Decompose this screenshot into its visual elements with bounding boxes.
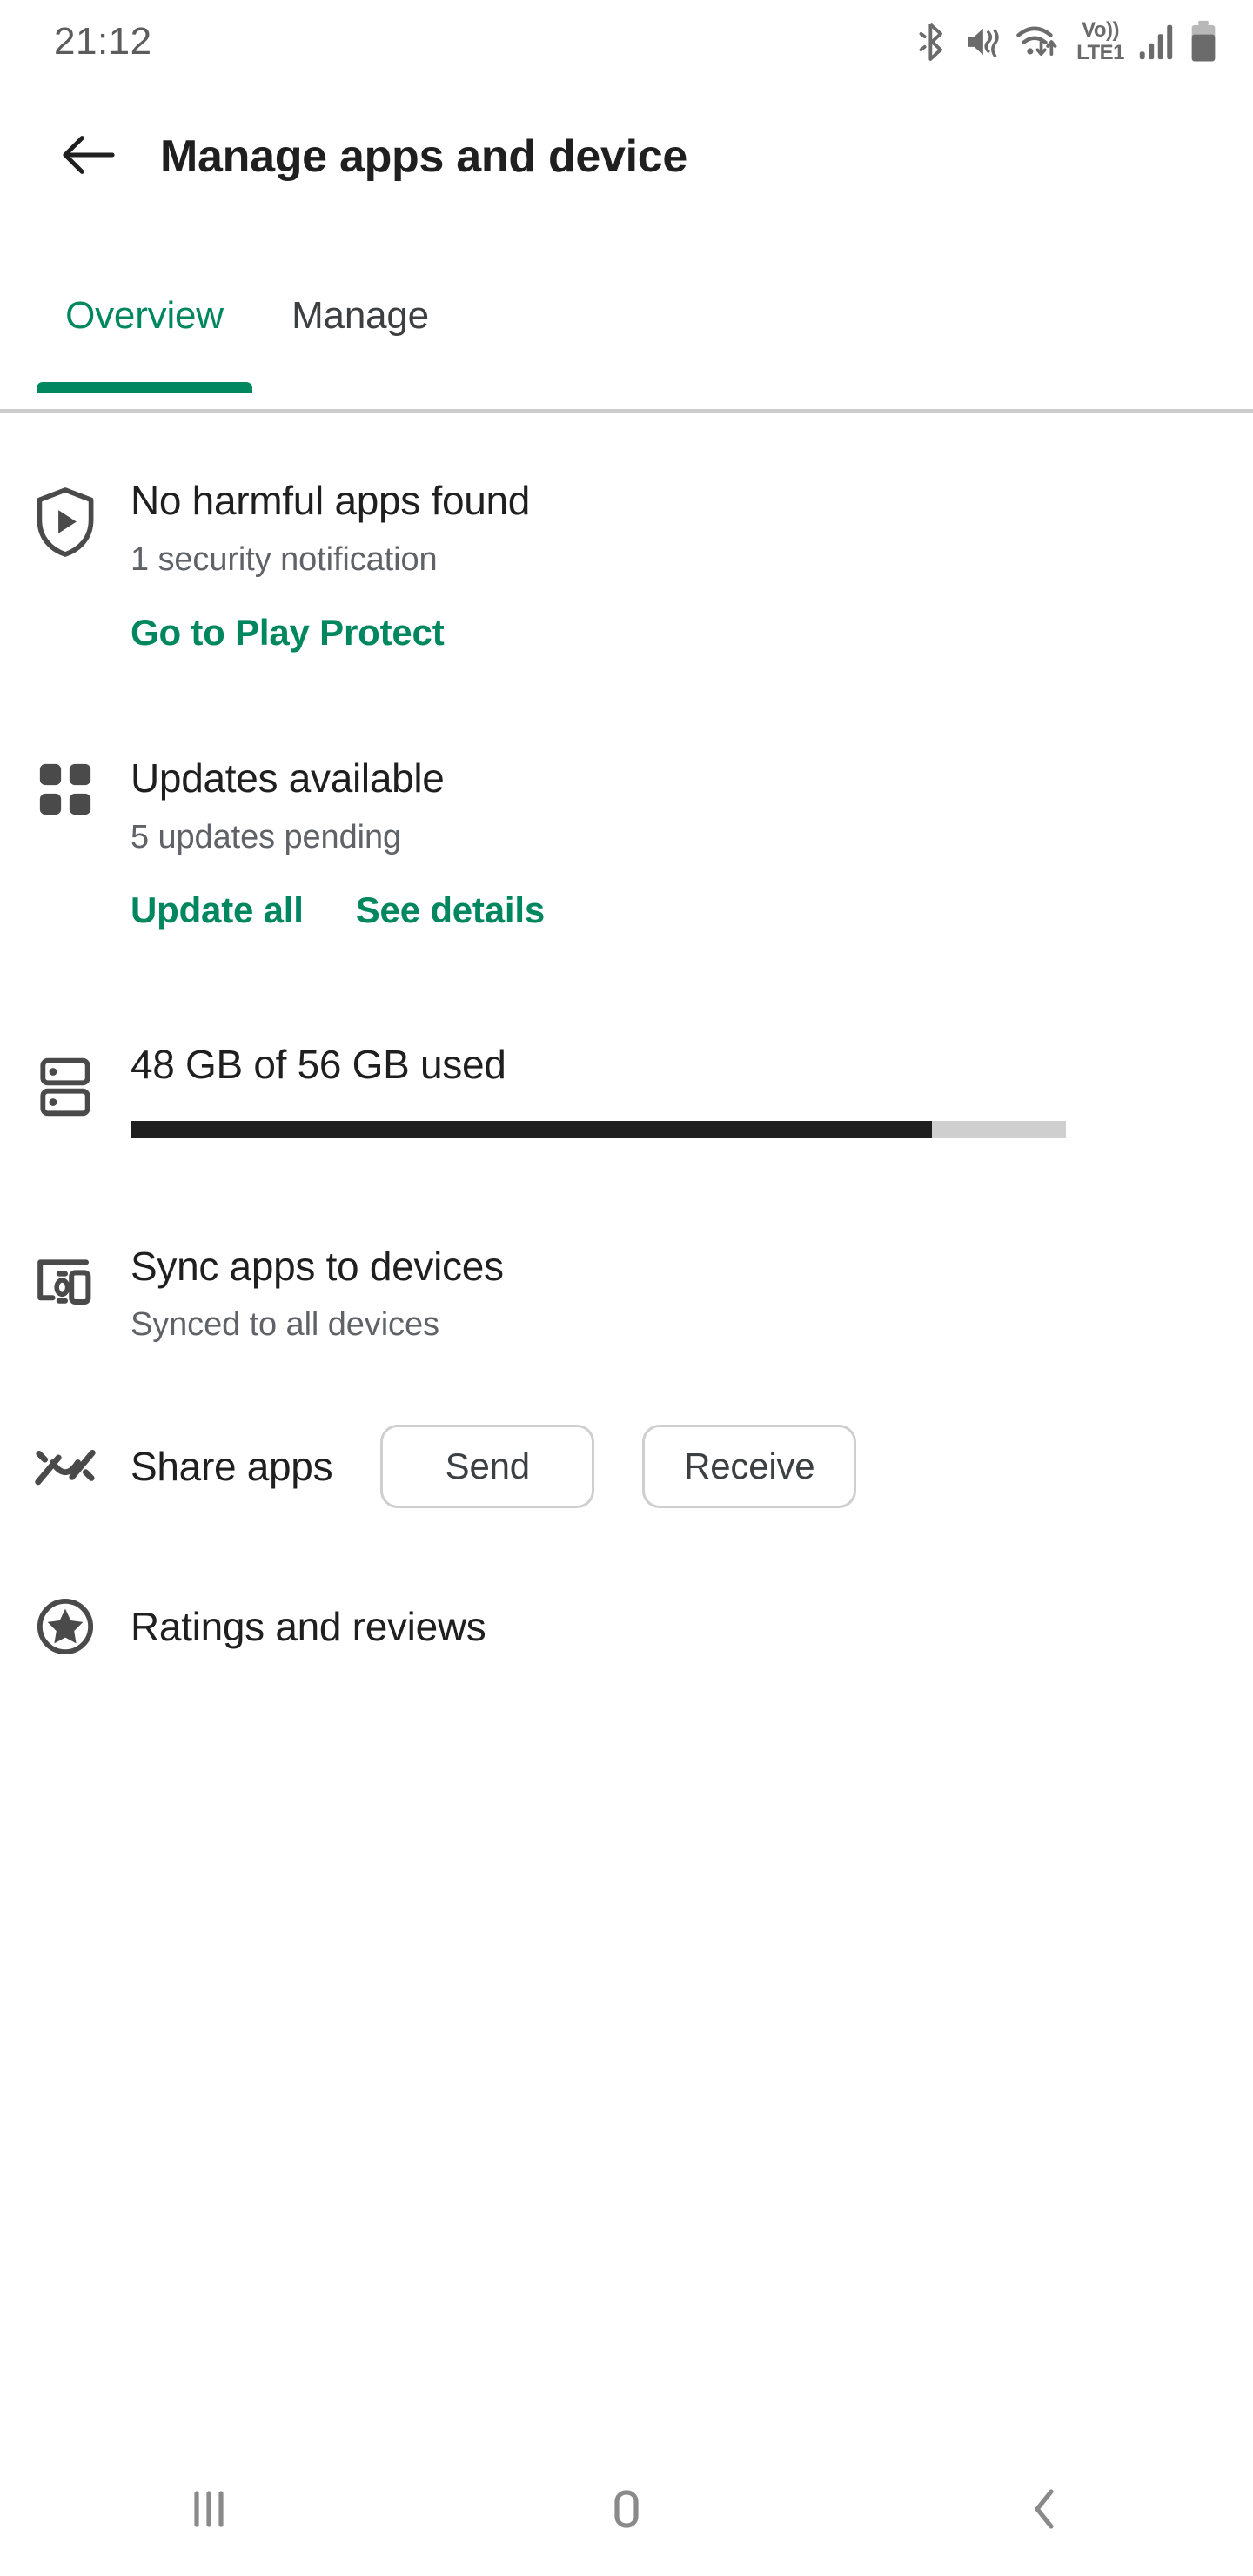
send-button[interactable]: Send	[380, 1425, 595, 1509]
ratings-title: Ratings and reviews	[131, 1604, 486, 1650]
updates-subtitle: 5 updates pending	[131, 818, 402, 855]
star-circle-icon	[0, 1597, 131, 1656]
shield-play-icon	[0, 479, 131, 559]
play-protect-subtitle: 1 security notification	[131, 540, 438, 578]
receive-button[interactable]: Receive	[642, 1425, 857, 1509]
volte-bottom-label: LTE1	[1076, 41, 1124, 64]
back-arrow-button[interactable]	[37, 104, 141, 209]
status-clock: 21:12	[54, 20, 152, 63]
status-icon-group: Vo)) LTE1	[915, 20, 1218, 64]
vibrate-mute-icon	[963, 22, 1002, 62]
tab-bar: Overview Manage	[0, 287, 1253, 413]
apps-grid-icon	[0, 756, 131, 819]
storage-progress-fill	[131, 1120, 933, 1138]
app-bar: Manage apps and device	[0, 96, 1253, 218]
sync-title: Sync apps to devices	[131, 1243, 504, 1289]
volte-lte1-icon: Vo)) LTE1	[1076, 20, 1124, 64]
back-icon	[1020, 2483, 1069, 2539]
system-nav-bar	[0, 2445, 1253, 2576]
play-protect-title: No harmful apps found	[131, 478, 531, 523]
updates-section[interactable]: Updates available 5 updates pending Upda…	[0, 756, 1253, 931]
page-title: Manage apps and device	[160, 131, 688, 182]
storage-title: 48 GB of 56 GB used	[131, 1042, 506, 1088]
see-details-button[interactable]: See details	[356, 889, 545, 931]
storage-progress-bar	[131, 1120, 1066, 1138]
recents-icon	[184, 2483, 233, 2539]
status-bar: 21:12 Vo)) LTE1	[0, 0, 1253, 84]
updates-title: Updates available	[131, 755, 445, 802]
home-icon	[602, 2483, 651, 2539]
go-to-play-protect-button[interactable]: Go to Play Protect	[131, 612, 445, 654]
tab-overview[interactable]: Overview	[37, 287, 252, 393]
battery-icon	[1189, 20, 1218, 64]
tab-manage[interactable]: Manage	[252, 287, 468, 383]
tab-active-indicator	[37, 382, 252, 393]
nearby-share-icon	[0, 1441, 131, 1492]
arrow-left-icon	[62, 131, 116, 184]
tab-manage-label: Manage	[291, 294, 429, 337]
play-protect-section[interactable]: No harmful apps found 1 security notific…	[0, 478, 1253, 654]
sync-section[interactable]: Sync apps to devices Synced to all devic…	[0, 1244, 1253, 1345]
storage-section[interactable]: 48 GB of 56 GB used	[0, 1043, 1253, 1138]
wifi-data-icon	[1015, 21, 1062, 63]
share-apps-label: Share apps	[131, 1444, 333, 1490]
update-all-button[interactable]: Update all	[131, 889, 304, 931]
devices-icon	[0, 1244, 131, 1309]
ratings-section[interactable]: Ratings and reviews	[0, 1597, 1253, 1656]
content-area: No harmful apps found 1 security notific…	[0, 416, 1253, 1656]
sync-subtitle: Synced to all devices	[131, 1306, 439, 1344]
screen-root: 21:12 Vo)) LTE1 Manage apps and device O…	[0, 0, 1253, 2576]
share-apps-section: Share apps Send Receive	[0, 1425, 1253, 1509]
bluetooth-icon	[915, 21, 949, 63]
home-button[interactable]	[539, 2445, 714, 2576]
tab-divider	[0, 409, 1253, 413]
tab-overview-label: Overview	[65, 294, 224, 337]
nav-back-button[interactable]	[957, 2445, 1131, 2576]
volte-top-label: Vo))	[1082, 18, 1119, 42]
signal-bars-icon	[1138, 22, 1175, 62]
recents-button[interactable]	[122, 2445, 296, 2576]
storage-icon	[0, 1043, 131, 1117]
